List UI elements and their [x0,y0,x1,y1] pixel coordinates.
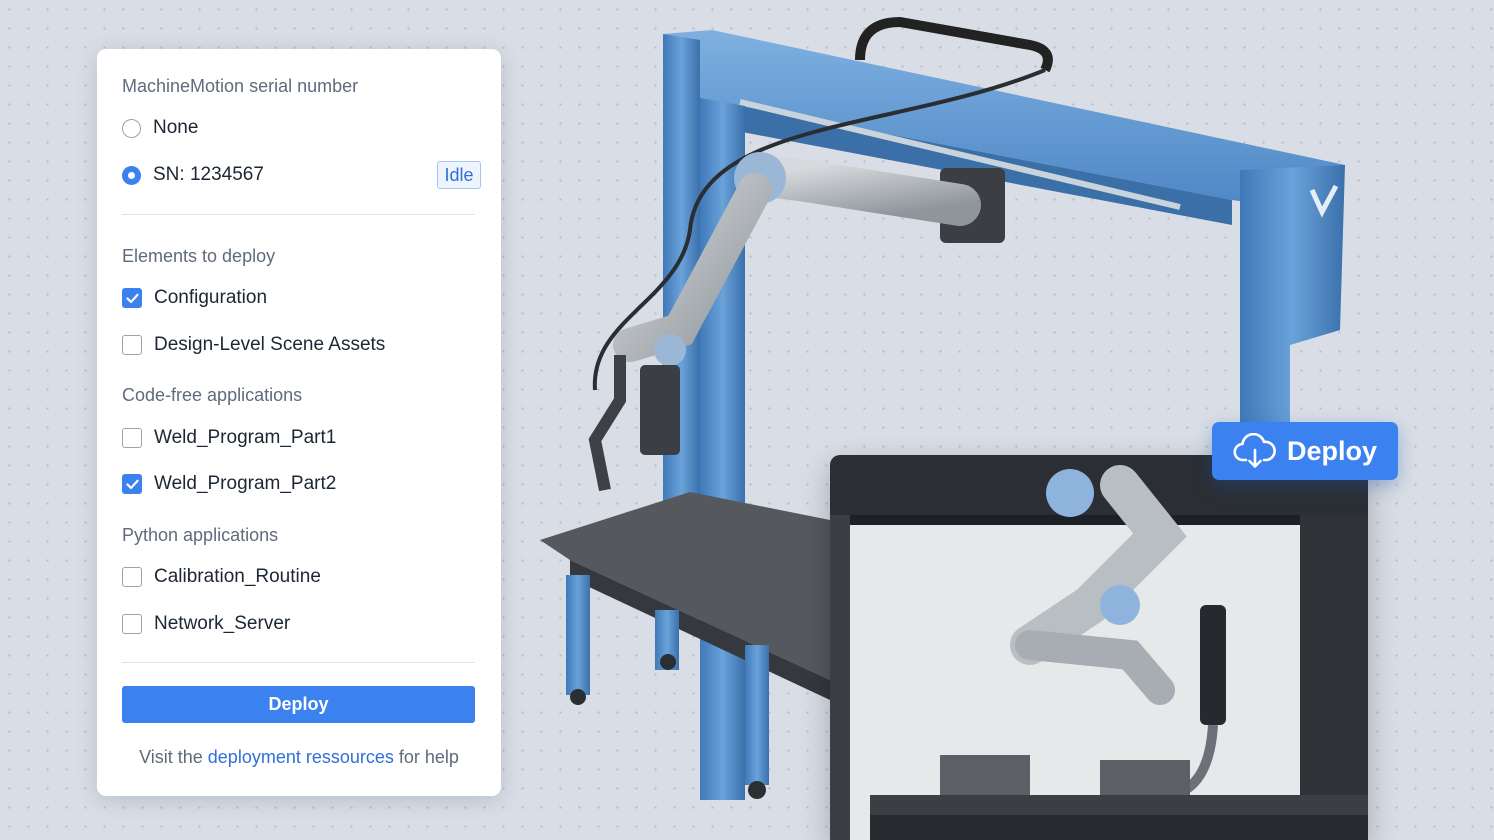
radio-selected[interactable] [122,165,141,185]
serial-number-title: MachineMotion serial number [122,76,359,96]
checkbox-label: Design-Level Scene Assets [154,334,386,355]
divider [122,662,475,663]
checkbox-checked[interactable] [122,474,142,494]
status-badge: Idle [437,161,481,189]
checkbox-weld-part2[interactable]: Weld_Program_Part2 [122,472,336,496]
checkbox-label: Weld_Program_Part2 [154,473,337,494]
help-text: Visit the deployment ressources for help [97,747,501,768]
cable-chain [855,16,1053,73]
check-icon [125,293,139,303]
help-prefix: Visit the [139,747,208,767]
checkbox-label: Configuration [154,287,268,308]
deploy-button[interactable]: Deploy [122,686,475,723]
checkbox-calibration[interactable]: Calibration_Routine [122,565,321,589]
checkbox-weld-part1[interactable]: Weld_Program_Part1 [122,426,336,450]
workcell-photo [830,455,1368,840]
deployment-resources-link[interactable]: deployment ressources [208,747,394,767]
gantry-right-post [1240,165,1345,430]
serial-option-label: SN: 1234567 [153,164,264,185]
checkbox-unchecked[interactable] [122,428,142,448]
robot-wrist [654,334,686,366]
floating-deploy-label: Deploy [1286,435,1378,466]
checkbox-unchecked[interactable] [122,614,142,634]
checkbox-unchecked[interactable] [122,335,142,355]
checkbox-design-assets[interactable]: Design-Level Scene Assets [122,333,385,357]
checkbox-checked[interactable] [122,288,142,308]
robot-controller [640,365,680,455]
serial-option-label: None [153,117,199,138]
elements-section-title: Elements to deploy [122,246,276,266]
table-leg [745,645,769,785]
serial-option-sn[interactable]: SN: 1234567 [122,163,264,187]
cloud-download-icon [1233,433,1276,468]
check-icon [125,479,139,489]
table-leg [566,575,590,695]
checkbox-configuration[interactable]: Configuration [122,286,267,310]
checkbox-label: Weld_Program_Part1 [154,427,337,448]
code-free-section-title: Code-free applications [122,385,303,405]
checkbox-unchecked[interactable] [122,567,142,587]
deploy-panel: MachineMotion serial number None SN: 123… [97,49,501,796]
serial-option-none[interactable]: None [122,116,198,140]
robot-upper-arm [739,154,981,226]
radio-unselected[interactable] [122,118,141,138]
divider [122,214,475,215]
checkbox-label: Network_Server [154,613,291,634]
python-section-title: Python applications [122,525,279,545]
floating-deploy-button[interactable]: Deploy [1212,422,1398,480]
checkbox-label: Calibration_Routine [154,566,321,587]
weld-torch [588,355,626,492]
help-suffix: for help [393,747,459,767]
checkbox-network-server[interactable]: Network_Server [122,612,290,636]
